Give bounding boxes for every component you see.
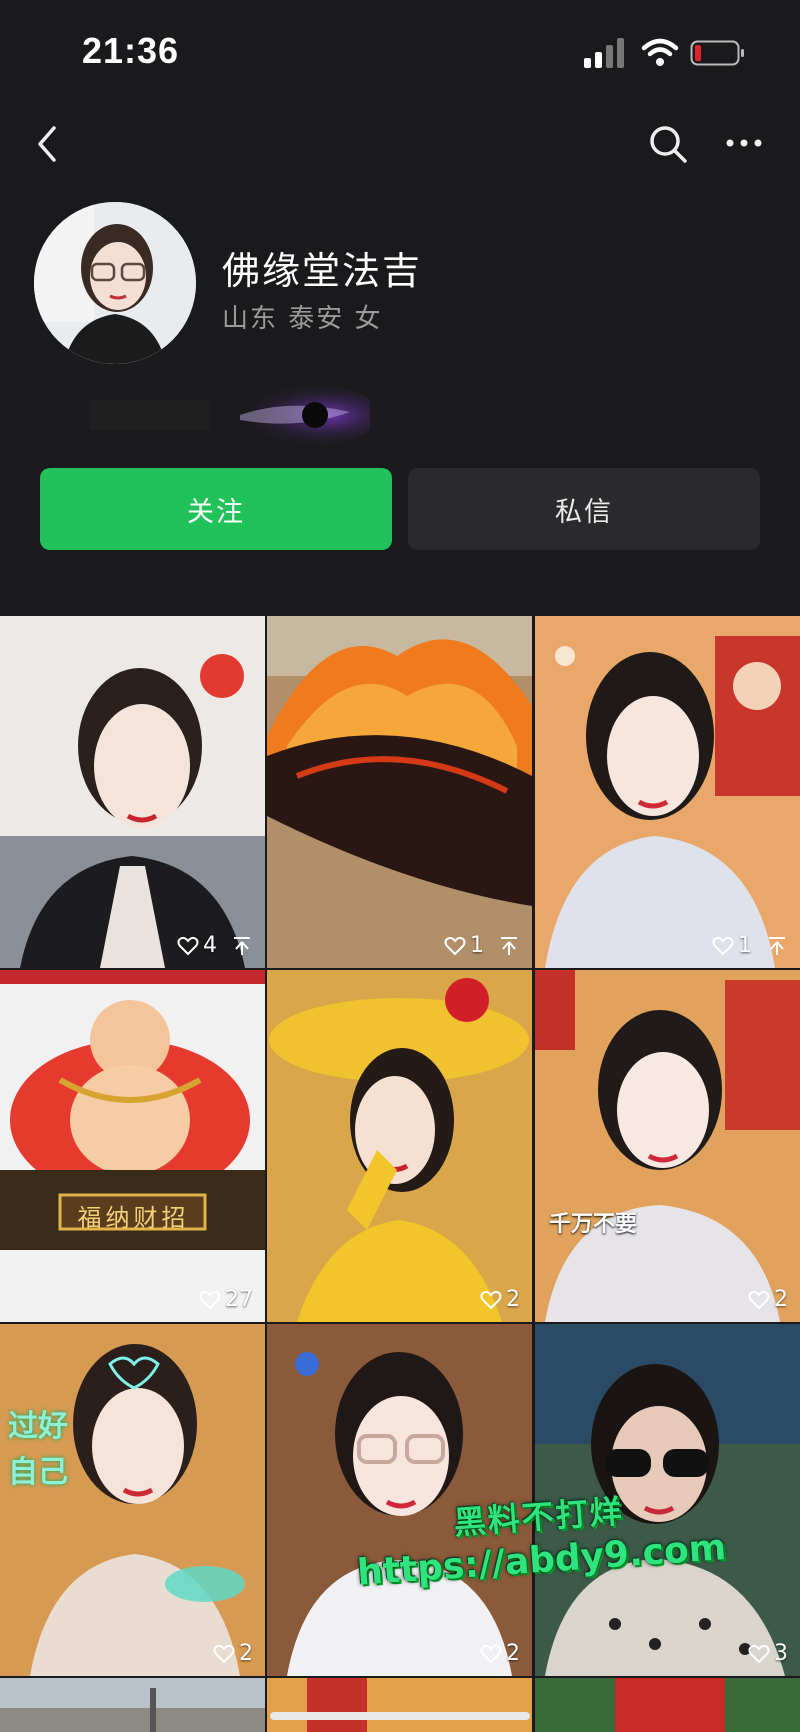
post-tile[interactable]: 4 xyxy=(0,616,265,968)
like-count: 2 xyxy=(506,1287,520,1312)
back-icon[interactable] xyxy=(28,120,68,168)
post-thumbnail xyxy=(0,1678,265,1732)
heart-icon xyxy=(712,936,734,955)
wifi-icon xyxy=(641,38,679,66)
avatar[interactable] xyxy=(34,202,196,364)
pin-icon xyxy=(769,936,785,955)
profile-name: 佛缘堂法吉 xyxy=(222,249,423,293)
profile-meta: 山东 泰安 女 xyxy=(222,298,383,335)
like-count: 1 xyxy=(470,933,484,958)
heart-icon xyxy=(480,1290,502,1309)
status-bar: 21:36 xyxy=(0,0,800,100)
post-tile[interactable] xyxy=(267,1678,532,1732)
like-count: 1 xyxy=(738,933,752,958)
post-tile[interactable] xyxy=(535,1678,800,1732)
post-stats: 1 xyxy=(712,933,788,958)
post-thumbnail xyxy=(267,970,532,1322)
like-count: 4 xyxy=(203,933,217,958)
heart-icon xyxy=(177,936,199,955)
post-thumbnail xyxy=(267,616,532,968)
post-stats: 2 xyxy=(480,1287,520,1312)
post-caption: 过好自己 xyxy=(8,1409,68,1490)
post-thumbnail xyxy=(535,1678,800,1732)
signal-icon xyxy=(584,38,624,68)
post-thumbnail xyxy=(0,1324,265,1676)
follow-button[interactable]: 关注 xyxy=(40,468,392,550)
post-tile[interactable] xyxy=(0,1678,265,1732)
post-stats: 2 xyxy=(748,1287,788,1312)
post-tile[interactable]: 福纳财招 27 xyxy=(0,970,265,1322)
heart-icon xyxy=(748,1644,770,1663)
post-stats: 1 xyxy=(444,933,520,958)
post-tile[interactable]: 1 xyxy=(267,616,532,968)
post-stats: 27 xyxy=(199,1287,253,1312)
post-thumbnail xyxy=(0,970,265,1322)
post-tile[interactable]: 1 xyxy=(535,616,800,968)
post-thumbnail xyxy=(267,1678,532,1732)
heart-icon xyxy=(444,936,466,955)
post-tile[interactable]: 2 xyxy=(267,970,532,1322)
profile-location: 山东 泰安 xyxy=(222,304,345,334)
post-thumbnail xyxy=(0,616,265,968)
post-tile[interactable]: 千万不要 2 xyxy=(535,970,800,1322)
blurred-signature-image xyxy=(90,381,370,449)
profile-gender: 女 xyxy=(354,304,383,334)
like-count: 3 xyxy=(774,1641,788,1666)
post-stats: 4 xyxy=(177,933,253,958)
post-tile[interactable]: 过好自己 2 xyxy=(0,1324,265,1676)
more-icon[interactable] xyxy=(722,128,766,158)
battery-icon xyxy=(690,40,744,66)
banner-text: 福纳财招 xyxy=(77,1204,190,1232)
top-nav xyxy=(0,110,800,180)
like-count: 2 xyxy=(506,1641,520,1666)
like-count: 2 xyxy=(774,1287,788,1312)
post-stats: 2 xyxy=(480,1641,520,1666)
post-thumbnail xyxy=(535,616,800,968)
status-time: 21:36 xyxy=(82,30,180,71)
post-stats: 3 xyxy=(748,1641,788,1666)
pin-icon xyxy=(501,936,517,955)
message-button[interactable]: 私信 xyxy=(408,468,760,550)
like-count: 27 xyxy=(225,1287,253,1312)
post-caption: 千万不要 xyxy=(549,1212,638,1237)
like-count: 2 xyxy=(239,1641,253,1666)
heart-icon xyxy=(213,1644,235,1663)
heart-icon xyxy=(480,1644,502,1663)
pin-icon xyxy=(234,936,250,955)
home-indicator[interactable] xyxy=(270,1712,530,1720)
heart-icon xyxy=(199,1290,221,1309)
search-icon[interactable] xyxy=(646,122,690,166)
heart-icon xyxy=(748,1290,770,1309)
post-stats: 2 xyxy=(213,1641,253,1666)
post-thumbnail xyxy=(535,970,800,1322)
